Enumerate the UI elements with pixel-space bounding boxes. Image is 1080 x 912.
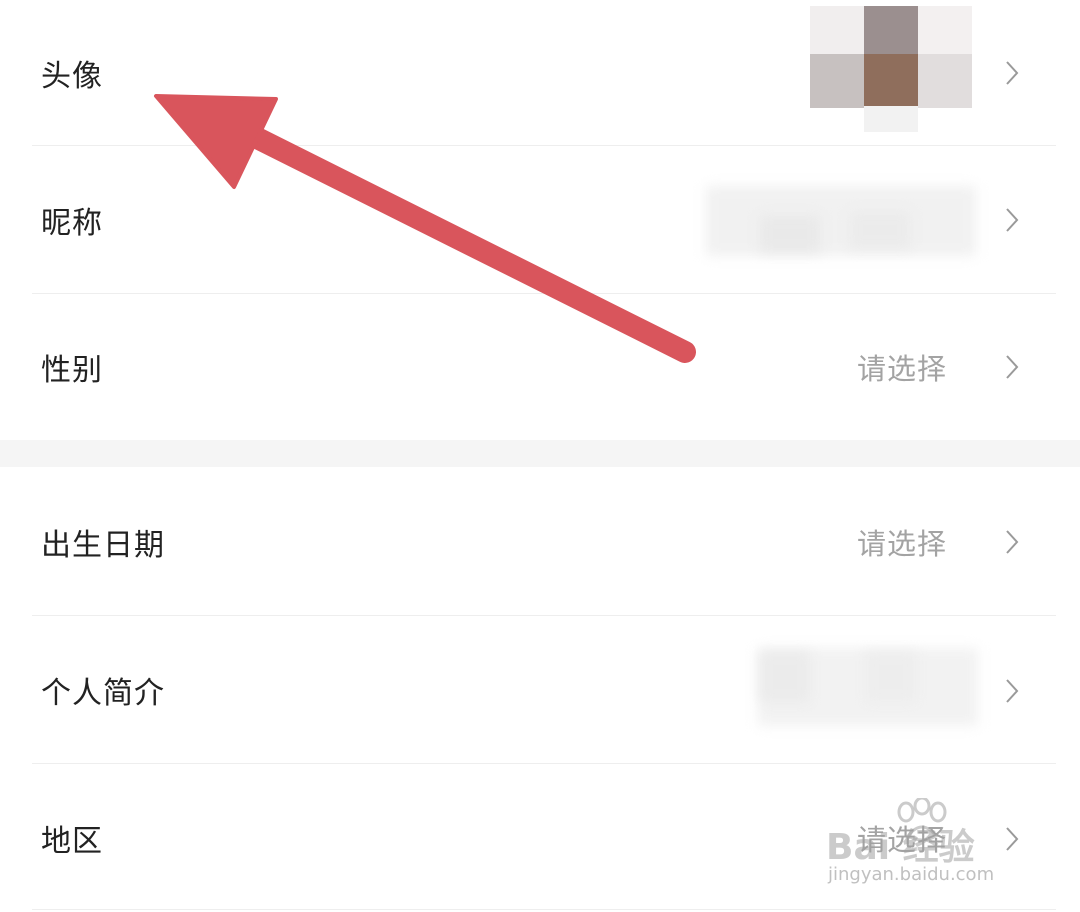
watermark-url: jingyan.baidu.com bbox=[828, 864, 995, 885]
row-divider bbox=[32, 909, 1056, 910]
chevron-right-icon bbox=[1006, 530, 1019, 554]
region-label: 地区 bbox=[41, 824, 103, 859]
avatar-row[interactable]: 头像 bbox=[0, 0, 1080, 146]
bio-label: 个人简介 bbox=[41, 676, 165, 711]
watermark-brand: Bai 经验 bbox=[826, 827, 975, 868]
birthdate-row[interactable]: 出生日期 请选择 bbox=[0, 467, 1080, 616]
gender-value: 请选择 bbox=[856, 352, 947, 386]
nickname-row[interactable]: 昵称 bbox=[0, 146, 1080, 294]
profile-edit-screen: 头像 昵称 性别 请选择 出生日期 请选择 个人简介 地区 请选择 Bai 经验… bbox=[0, 0, 1080, 912]
chevron-right-icon bbox=[1006, 355, 1019, 379]
chevron-right-icon bbox=[1006, 679, 1019, 703]
birthdate-value: 请选择 bbox=[856, 526, 947, 561]
chevron-right-icon bbox=[1006, 61, 1019, 85]
nickname-value-blurred bbox=[706, 186, 976, 256]
nickname-label: 昵称 bbox=[41, 206, 103, 241]
section-gap bbox=[0, 440, 1080, 467]
birthdate-label: 出生日期 bbox=[41, 527, 165, 563]
avatar-label: 头像 bbox=[41, 59, 103, 94]
baidu-jingyan-watermark: Bai 经验 jingyan.baidu.com bbox=[826, 798, 1036, 890]
gender-label: 性别 bbox=[41, 353, 103, 388]
bio-row[interactable]: 个人简介 bbox=[0, 616, 1080, 764]
chevron-right-icon bbox=[1006, 208, 1019, 232]
gender-row[interactable]: 性别 请选择 bbox=[0, 294, 1080, 440]
avatar-image[interactable] bbox=[810, 6, 972, 132]
